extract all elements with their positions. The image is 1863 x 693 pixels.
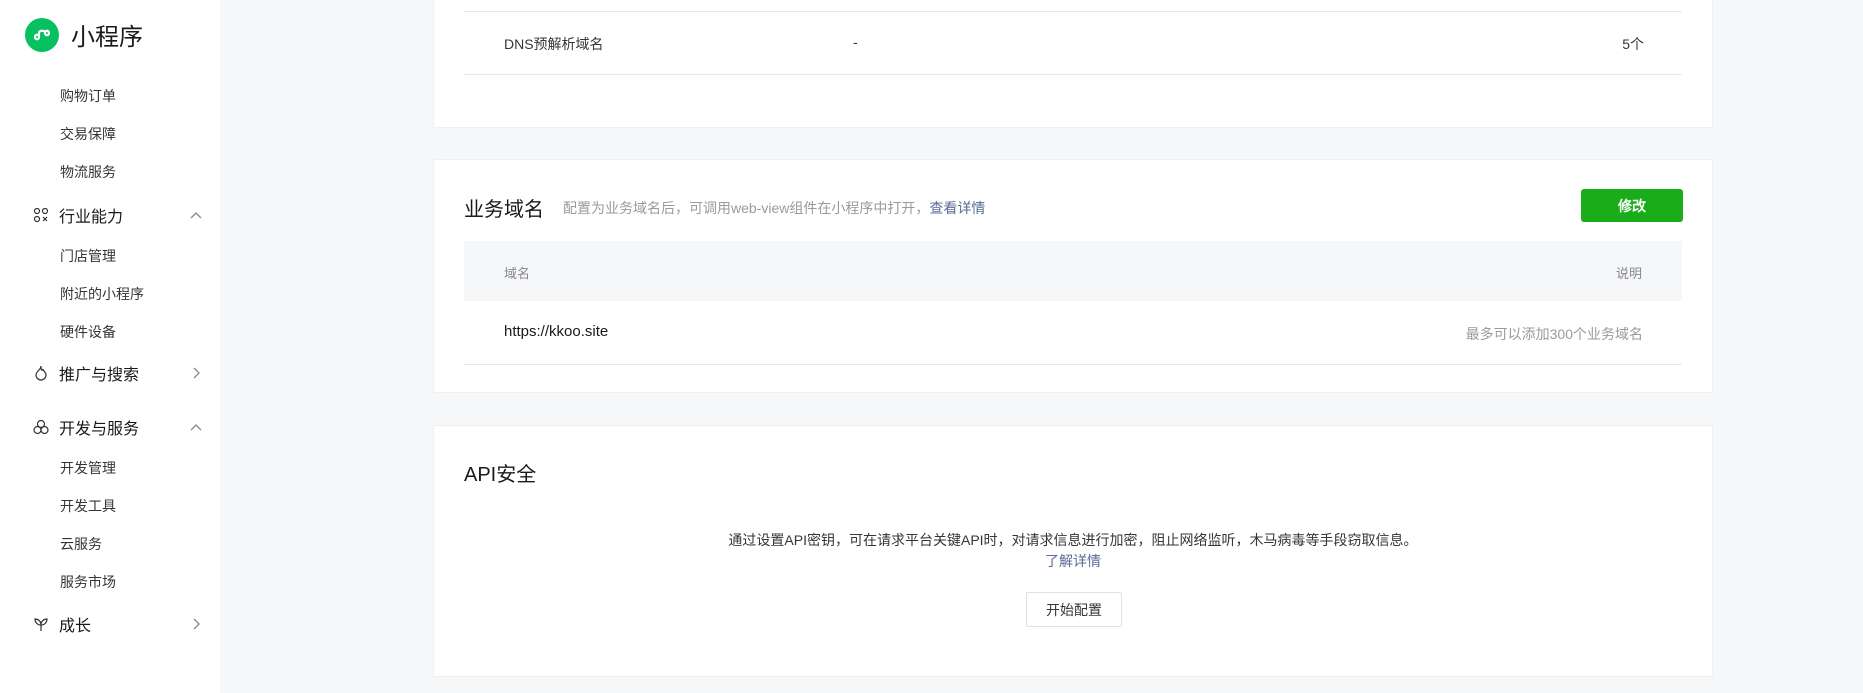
api-security-card: API安全 通过设置API密钥，可在请求平台关键API时，对请求信息进行加密，阻… [433, 425, 1713, 677]
chevron-up-icon [189, 208, 203, 222]
column-header-domain: 域名 [504, 266, 531, 281]
chevron-right-icon [189, 366, 203, 380]
business-domain-card: 业务域名 配置为业务域名后，可调用web-view组件在小程序中打开，查看详情 … [433, 159, 1713, 393]
table-row-divider [464, 74, 1682, 75]
brand[interactable]: 小程序 [25, 17, 143, 52]
sidebar: 小程序 购物订单 交易保障 物流服务 行业能力 门店管理 附近的小程序 硬件设备… [0, 0, 220, 693]
sidebar-item-service-market[interactable]: 服务市场 [60, 572, 116, 592]
server-domain-card: DNS预解析域名 - 5个 [433, 0, 1713, 128]
sidebar-group-industry[interactable]: 行业能力 [33, 203, 203, 227]
sidebar-group-label: 成长 [59, 618, 92, 635]
sidebar-group-promotion-search[interactable]: 推广与搜索 [33, 361, 203, 385]
table-row-divider [464, 364, 1682, 365]
sidebar-group-dev-service[interactable]: 开发与服务 [33, 415, 203, 439]
table-header: 域名 说明 [464, 241, 1682, 301]
business-domain-note: 最多可以添加300个业务域名 [1465, 326, 1643, 342]
dns-prefetch-value: - [853, 34, 858, 50]
business-domain-url: https://kkoo.site [504, 323, 609, 340]
sidebar-group-label: 开发与服务 [59, 421, 140, 438]
sidebar-item-dev-management[interactable]: 开发管理 [60, 458, 116, 478]
sidebar-item-nearby-miniprogram[interactable]: 附近的小程序 [60, 284, 144, 304]
api-security-title: API安全 [464, 464, 537, 486]
sidebar-group-label: 行业能力 [59, 209, 124, 226]
flame-icon [33, 365, 49, 381]
miniprogram-logo-icon [25, 17, 59, 52]
dns-prefetch-label: DNS预解析域名 [504, 36, 604, 52]
sidebar-group-label: 推广与搜索 [59, 367, 140, 384]
business-domain-desc-text: 配置为业务域名后，可调用web-view组件在小程序中打开， [563, 200, 930, 216]
learn-more-link[interactable]: 了解详情 [434, 551, 1712, 571]
dns-prefetch-count: 5个 [1622, 36, 1644, 52]
sidebar-item-shopping-orders[interactable]: 购物订单 [60, 86, 116, 106]
sidebar-item-cloud-service[interactable]: 云服务 [60, 534, 102, 554]
column-header-note: 说明 [1615, 266, 1642, 281]
industry-icon [33, 207, 49, 223]
sidebar-item-dev-tools[interactable]: 开发工具 [60, 496, 116, 516]
sidebar-group-growth[interactable]: 成长 [33, 612, 203, 636]
start-config-button[interactable]: 开始配置 [1026, 592, 1122, 627]
business-domain-desc: 配置为业务域名后，可调用web-view组件在小程序中打开，查看详情 [563, 198, 985, 218]
brand-title: 小程序 [71, 24, 143, 51]
api-security-desc: 通过设置API密钥，可在请求平台关键API时，对请求信息进行加密，阻止网络监听，… [728, 532, 1418, 548]
sidebar-item-hardware[interactable]: 硬件设备 [60, 322, 116, 342]
table-row-divider [464, 11, 1682, 12]
sidebar-item-store-management[interactable]: 门店管理 [60, 246, 116, 266]
dev-service-icon [33, 419, 49, 435]
chevron-up-icon [189, 420, 203, 434]
sidebar-item-trade-guarantee[interactable]: 交易保障 [60, 124, 116, 144]
edit-button[interactable]: 修改 [1581, 189, 1683, 222]
business-domain-title: 业务域名 [464, 199, 544, 221]
view-details-link[interactable]: 查看详情 [929, 200, 985, 216]
chevron-right-icon [189, 617, 203, 631]
growth-icon [33, 616, 49, 632]
sidebar-item-logistics[interactable]: 物流服务 [60, 162, 116, 182]
